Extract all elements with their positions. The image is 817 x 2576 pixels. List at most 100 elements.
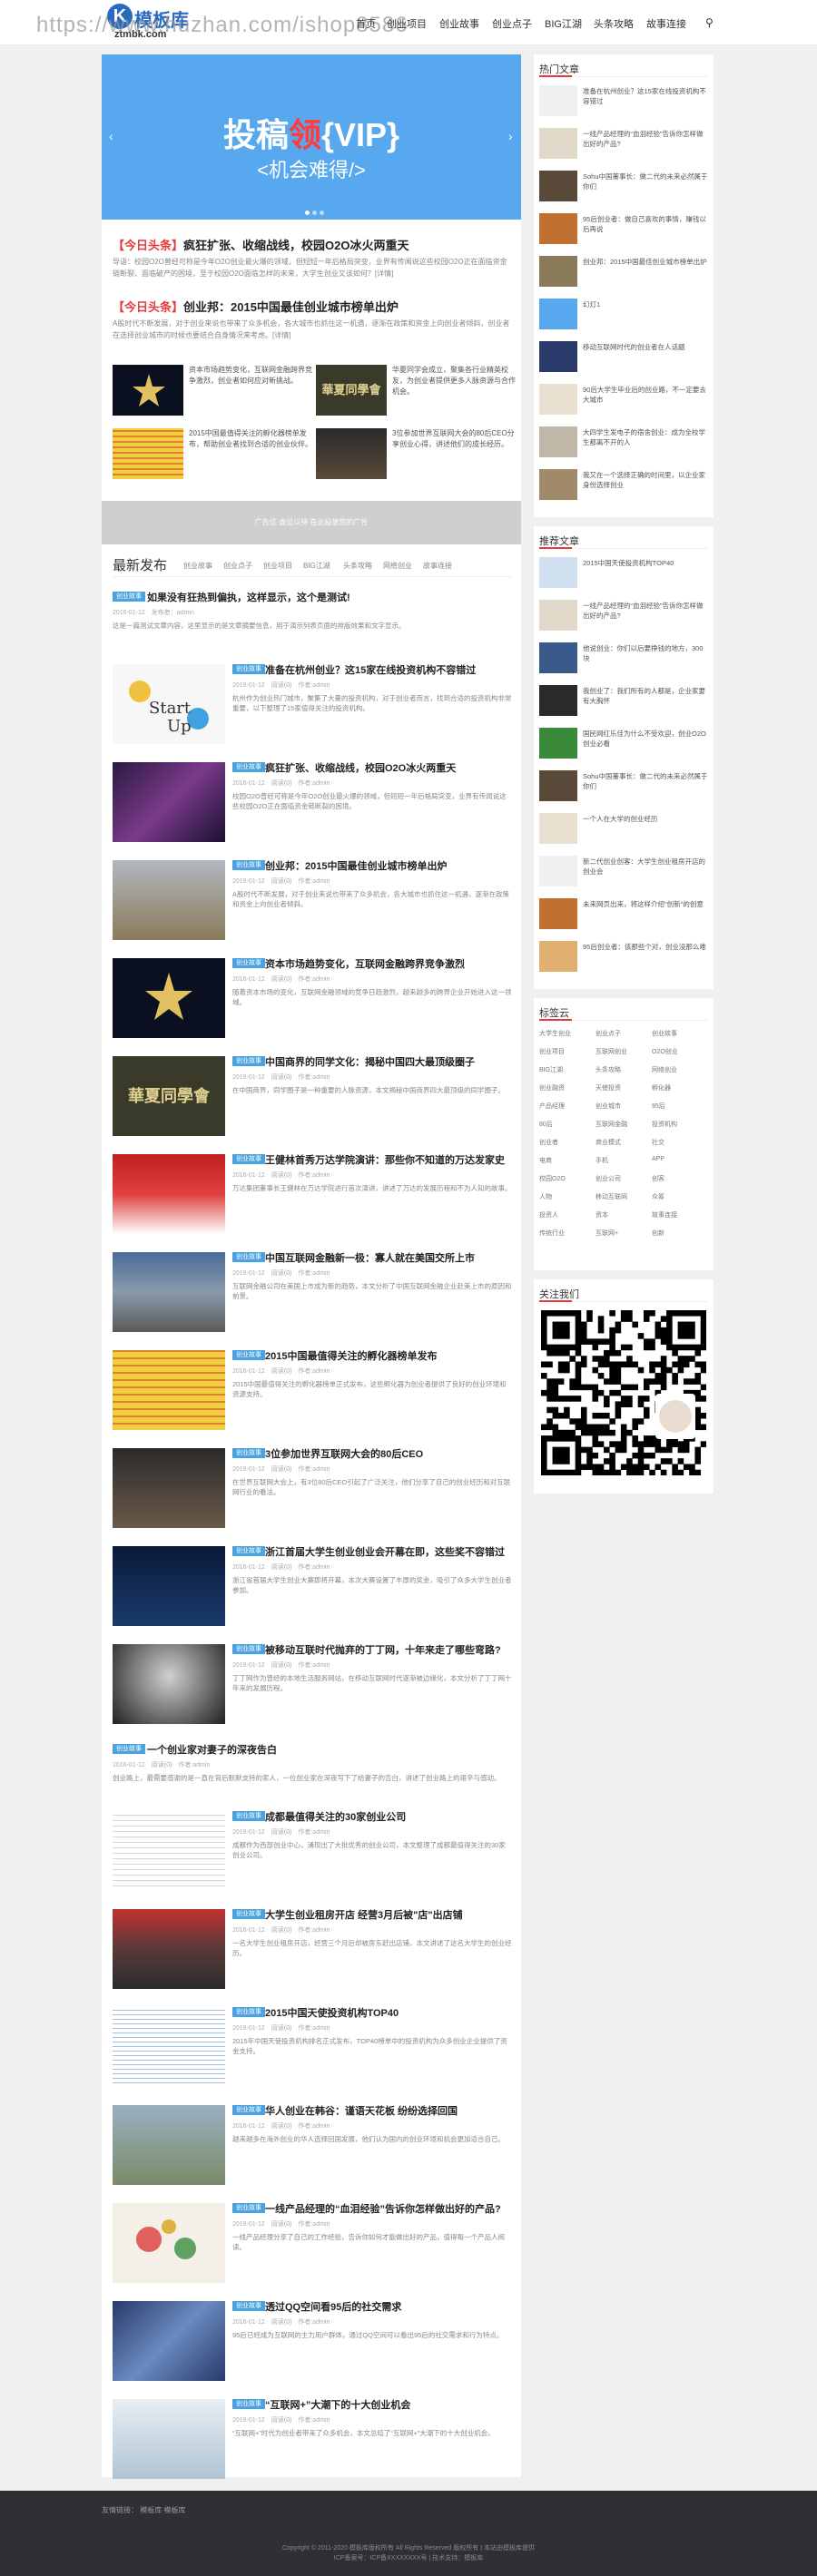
- article-title[interactable]: “互联网+”大潮下的十大创业机会: [265, 2397, 410, 2412]
- article-tag[interactable]: 创业故事: [232, 2399, 265, 2409]
- tag-link[interactable]: 创业项目: [539, 1047, 565, 1056]
- article-tag[interactable]: 创业故事: [232, 1350, 265, 1360]
- sidebar-item-title[interactable]: 准备在杭州创业？这15家在线投资机构不容错过: [583, 86, 708, 117]
- tag-link[interactable]: 创业故事: [652, 1029, 677, 1038]
- latest-tab[interactable]: 创业故事: [183, 561, 212, 571]
- article-tag[interactable]: 创业故事: [232, 860, 265, 870]
- article-tag[interactable]: 创业故事: [232, 1252, 265, 1262]
- article-row[interactable]: 创业故事 华人创业在韩谷：谨语天花板 纷纷选择回国 2016-01-12 阅读(…: [113, 2100, 512, 2194]
- sidebar-item[interactable]: 他说创业：你们以后要挣钱的地方，300块: [539, 642, 708, 679]
- sidebar-item-title[interactable]: 移动互联网时代的创业者在人话题: [583, 342, 708, 373]
- tag-link[interactable]: 创业者: [539, 1138, 558, 1147]
- article-image[interactable]: [113, 1154, 225, 1234]
- tag-link[interactable]: 传统行业: [539, 1229, 565, 1238]
- slider-dot[interactable]: [320, 211, 324, 215]
- article-image[interactable]: 華夏同學會: [113, 1056, 225, 1136]
- tag-link[interactable]: 孵化器: [652, 1083, 671, 1092]
- tag-link[interactable]: 天使投资: [596, 1083, 621, 1092]
- article-row[interactable]: 创业故事 创业邦：2015中国最佳创业城市榜单出炉 2016-01-12 阅读(…: [113, 855, 512, 949]
- tag-link[interactable]: 创客: [652, 1174, 664, 1183]
- latest-tab[interactable]: 网络创业: [383, 561, 412, 571]
- article-image[interactable]: [113, 2007, 225, 2087]
- sidebar-item-title[interactable]: 创业邦：2015中国最佳创业城市榜单出炉: [583, 257, 708, 288]
- tag-link[interactable]: 人物: [539, 1192, 552, 1201]
- sidebar-item[interactable]: 幻灯1: [539, 299, 708, 335]
- article-row[interactable]: 创业故事 资本市场趋势变化，互联网金融跨界竞争激烈 2016-01-12 阅读(…: [113, 953, 512, 1047]
- latest-tab[interactable]: 创业项目: [263, 561, 292, 571]
- sidebar-item-title[interactable]: 他说创业：你们以后要挣钱的地方，300块: [583, 643, 708, 674]
- article-title[interactable]: 准备在杭州创业？这15家在线投资机构不容错过: [265, 662, 476, 677]
- article-image[interactable]: [113, 1546, 225, 1626]
- sidebar-item[interactable]: 创业邦：2015中国最佳创业城市榜单出炉: [539, 256, 708, 292]
- article-title[interactable]: 浙江首届大学生创业创业会开幕在即，这些奖不容错过: [265, 1544, 505, 1559]
- sidebar-item[interactable]: 95后创业者：该那些个对，创业没那么难: [539, 941, 708, 977]
- slider-dot[interactable]: [305, 211, 310, 215]
- sidebar-item-title[interactable]: 新二代创业创客：大学生创业租房开店的创业会: [583, 857, 708, 887]
- article-tag[interactable]: 创业故事: [232, 2203, 265, 2213]
- headline-title[interactable]: 【今日头条】创业邦：2015中国最佳创业城市榜单出炉: [113, 298, 399, 315]
- article-row[interactable]: 创业故事 如果没有狂热到偏执，这样显示，这个是测试! 2016-01-12 发布…: [113, 586, 512, 644]
- sidebar-item[interactable]: Sohu中国董事长：做二代的未来必然属于你们: [539, 171, 708, 207]
- article-image[interactable]: [113, 1350, 225, 1430]
- ad-banner[interactable]: 广告位·虚位以待 在此投放您的广告: [102, 501, 521, 544]
- feature-card[interactable]: 華夏同學會 华夏同学会成立，聚集各行业精英校友，为创业者提供更多人脉资源与合作机…: [316, 365, 519, 417]
- article-title[interactable]: 资本市场趋势变化，互联网金融跨界竞争激烈: [265, 956, 465, 971]
- article-row[interactable]: 创业故事 成都最值得关注的30家创业公司 2016-01-12 阅读(0) 作者…: [113, 1806, 512, 1900]
- article-row[interactable]: 创业故事 被移动互联时代抛弃的丁丁网，十年来走了哪些弯路? 2016-01-12…: [113, 1639, 512, 1733]
- article-row[interactable]: 创业故事 一线产品经理的“血泪经验”告诉你怎样做出好的产品? 2016-01-1…: [113, 2198, 512, 2292]
- latest-tab[interactable]: 创业点子: [223, 561, 252, 571]
- article-row[interactable]: 创业故事 2015中国天使投资机构TOP40 2016-01-12 阅读(0) …: [113, 2002, 512, 2096]
- sidebar-item[interactable]: 一线产品经理的“血泪经验”告诉你怎样做出好的产品?: [539, 600, 708, 636]
- sidebar-item[interactable]: 我又在一个选择正确的时间里，以企业家身份选择创业: [539, 469, 708, 505]
- tag-link[interactable]: 创业公司: [596, 1174, 621, 1183]
- article-tag[interactable]: 创业故事: [232, 1448, 265, 1458]
- tag-link[interactable]: 95后: [652, 1102, 665, 1111]
- sidebar-item[interactable]: 大四学生发电子的宿舍创业：成为全校学生都离不开的人: [539, 426, 708, 463]
- sidebar-item[interactable]: 2015中国天使投资机构TOP40: [539, 557, 708, 593]
- sidebar-item[interactable]: 准备在杭州创业？这15家在线投资机构不容错过: [539, 85, 708, 122]
- sidebar-item-title[interactable]: 幻灯1: [583, 299, 708, 330]
- latest-tab[interactable]: BIG江湖: [303, 561, 330, 571]
- sidebar-item[interactable]: 国民网红乐佳为什么不受欢迎，创业O2O创业必看: [539, 728, 708, 764]
- article-row[interactable]: 创业故事 “互联网+”大潮下的十大创业机会 2016-01-12 阅读(0) 作…: [113, 2394, 512, 2488]
- tag-link[interactable]: 故事连接: [652, 1210, 677, 1219]
- article-title[interactable]: 被移动互联时代抛弃的丁丁网，十年来走了哪些弯路?: [265, 1642, 501, 1657]
- article-row[interactable]: 创业故事 2015中国最值得关注的孵化器榜单发布 2016-01-12 阅读(0…: [113, 1345, 512, 1439]
- article-image[interactable]: [113, 2105, 225, 2185]
- article-title[interactable]: 大学生创业租房开店 经营3月后被"店"出店铺: [265, 1907, 463, 1922]
- tag-link[interactable]: 众筹: [652, 1192, 664, 1201]
- nav-item-projects[interactable]: 创业项目: [387, 16, 427, 31]
- nav-item-links[interactable]: 故事连接: [646, 16, 686, 31]
- article-tag[interactable]: 创业故事: [232, 2105, 265, 2115]
- tag-link[interactable]: 校园O2O: [539, 1174, 566, 1183]
- sidebar-item-title[interactable]: Sohu中国董事长：做二代的未来必然属于你们: [583, 171, 708, 202]
- article-title[interactable]: 3位参加世界互联网大会的80后CEO: [265, 1446, 423, 1461]
- article-tag[interactable]: 创业故事: [232, 1909, 265, 1919]
- article-row[interactable]: 创业故事 透过QQ空间看95后的社交需求 2016-01-12 阅读(0) 作者…: [113, 2296, 512, 2390]
- feature-card[interactable]: 3位参加世界互联网大会的80后CEO分享创业心得，讲述他们的成长经历。: [316, 428, 519, 481]
- article-tag[interactable]: 创业故事: [232, 958, 265, 968]
- feature-card[interactable]: 资本市场趋势变化，互联网金融跨界竞争激烈，创业者如何应对新挑战。: [113, 365, 316, 417]
- tag-link[interactable]: 互联网创业: [596, 1047, 627, 1056]
- article-row[interactable]: 创业故事 浙江首届大学生创业创业会开幕在即，这些奖不容错过 2016-01-12…: [113, 1541, 512, 1635]
- sidebar-item-title[interactable]: 一个人在大学的创业经历: [583, 814, 708, 845]
- tag-link[interactable]: BIG江湖: [539, 1065, 563, 1074]
- latest-tab[interactable]: 头条攻略: [343, 561, 372, 571]
- sidebar-item-title[interactable]: 未来网页出来，将这样介绍"创新"的创意: [583, 899, 708, 930]
- sidebar-item-title[interactable]: 95后创业者：做自己喜欢的事情，赚钱以后再说: [583, 214, 708, 245]
- sidebar-item-title[interactable]: Sohu中国董事长：做二代的未来必然属于你们: [583, 771, 708, 802]
- article-image[interactable]: [113, 1909, 225, 1989]
- tag-link[interactable]: 产品经理: [539, 1102, 565, 1111]
- article-title[interactable]: 2015中国天使投资机构TOP40: [265, 2005, 399, 2020]
- sidebar-item-title[interactable]: 2015中国天使投资机构TOP40: [583, 558, 708, 589]
- article-title[interactable]: 王健林首秀万达学院演讲：那些你不知道的万达发家史: [265, 1152, 505, 1167]
- tag-link[interactable]: 互联网+: [596, 1229, 618, 1238]
- headline-item[interactable]: 【今日头条】创业邦：2015中国最佳创业城市榜单出炉 A股时代不断发展，对于创业…: [113, 298, 512, 361]
- article-title[interactable]: 2015中国最值得关注的孵化器榜单发布: [265, 1348, 437, 1363]
- sidebar-item[interactable]: 我创业了：我们所有的人都是，企业家要有大胸怀: [539, 685, 708, 721]
- article-row[interactable]: 创业故事 大学生创业租房开店 经营3月后被"店"出店铺 2016-01-12 阅…: [113, 1904, 512, 1998]
- article-row[interactable]: 创业故事 王健林首秀万达学院演讲：那些你不知道的万达发家史 2016-01-12…: [113, 1149, 512, 1243]
- tag-link[interactable]: 创新: [652, 1229, 664, 1238]
- article-title[interactable]: 华人创业在韩谷：谨语天花板 纷纷选择回国: [265, 2103, 458, 2118]
- article-image[interactable]: [113, 1252, 225, 1332]
